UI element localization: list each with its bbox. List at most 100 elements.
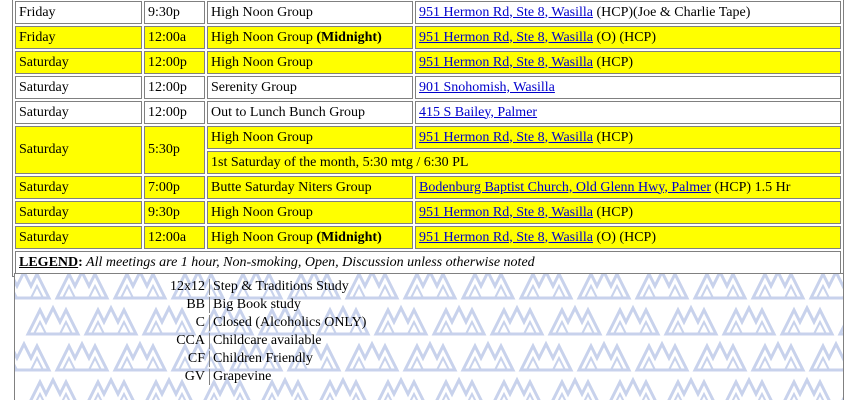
meeting-day: Saturday <box>15 76 142 99</box>
watermark-logo <box>546 304 604 338</box>
meeting-group: Butte Saturday Niters Group <box>207 176 413 199</box>
address-link[interactable]: 951 Hermon Rd, Ste 8, Wasilla <box>419 5 593 20</box>
legend-code-description: Closed (Alcoholics ONLY) <box>209 315 368 331</box>
meeting-row: Friday 9:30p High Noon Group 951 Hermon Rd,… <box>15 1 841 24</box>
watermark-logo <box>372 304 430 338</box>
meeting-day: Saturday <box>15 176 142 199</box>
legend-code-description: Grapevine <box>209 369 368 385</box>
watermark-logo <box>720 304 778 338</box>
legend-code: GV <box>184 369 205 384</box>
watermark-logo <box>778 376 836 400</box>
meeting-group: High Noon Group (Midnight) <box>207 226 413 249</box>
watermark-logo <box>633 340 691 374</box>
address-link[interactable]: 901 Snohomish, Wasilla <box>419 80 555 95</box>
meeting-group: Serenity Group <box>207 76 413 99</box>
meeting-location: 901 Snohomish, Wasilla <box>415 76 841 99</box>
address-link[interactable]: Bodenburg Baptist Church, Old Glenn Hwy,… <box>419 180 711 195</box>
legend-code-row: CCA Childcare available <box>17 333 368 349</box>
meeting-group: High Noon Group <box>207 1 413 24</box>
address-link[interactable]: 951 Hermon Rd, Ste 8, Wasilla <box>419 130 593 145</box>
meeting-notes: (HCP)(Joe & Charlie Tape) <box>596 4 751 20</box>
watermark-logo <box>749 274 807 302</box>
watermark-logo <box>517 340 575 374</box>
legend-code-row: 12x12 Step & Traditions Study <box>17 279 368 295</box>
legend-codes-table: 12x12 Step & Traditions Study BB Big Book s… <box>15 277 370 387</box>
watermark-logo <box>633 274 691 302</box>
address-link[interactable]: 951 Hermon Rd, Ste 8, Wasilla <box>419 230 593 245</box>
group-name: High Noon Group <box>211 204 313 220</box>
meeting-notes: (HCP) 1.5 Hr <box>714 179 791 195</box>
legend-code-row: GV Grapevine <box>17 369 368 385</box>
legend-codes-panel: 12x12 Step & Traditions Study BB Big Book s… <box>14 273 844 400</box>
watermark-logo <box>459 340 517 374</box>
meeting-time: 12:00p <box>144 76 205 99</box>
group-qualifier: (Midnight) <box>316 29 382 45</box>
legend-code-row: C Closed (Alcoholics ONLY) <box>17 315 368 331</box>
address-link[interactable]: 415 S Bailey, Palmer <box>419 105 537 120</box>
meeting-location: 951 Hermon Rd, Ste 8, Wasilla (HCP)(Joe … <box>415 1 841 24</box>
watermark-logo <box>430 304 488 338</box>
meeting-group: High Noon Group <box>207 51 413 74</box>
legend-code-description: Big Book study <box>209 297 368 313</box>
meeting-time: 9:30p <box>144 201 205 224</box>
legend-code-description: Children Friendly <box>209 351 368 367</box>
legend-code: CF <box>187 351 205 366</box>
watermark-logo <box>575 274 633 302</box>
watermark-logo <box>401 274 459 302</box>
meeting-row: Saturday 12:00p Out to Lunch Bunch Group 41… <box>15 101 841 124</box>
legend-row: LEGEND: All meetings are 1 hour, Non-smo… <box>15 251 841 274</box>
legend-title: LEGEND <box>19 254 79 270</box>
legend-code: 12x12 <box>170 279 205 294</box>
watermark-logo <box>488 304 546 338</box>
watermark-logo <box>401 340 459 374</box>
watermark-logo <box>807 340 843 374</box>
group-name: High Noon Group <box>211 54 313 70</box>
address-link[interactable]: 951 Hermon Rd, Ste 8, Wasilla <box>419 30 593 45</box>
meeting-time: 9:30p <box>144 1 205 24</box>
watermark-logo <box>662 376 720 400</box>
meeting-time: 12:00p <box>144 101 205 124</box>
meeting-day: Saturday <box>15 126 142 174</box>
meeting-group: High Noon Group (Midnight) <box>207 26 413 49</box>
meeting-notes: (O) (HCP) <box>596 229 657 245</box>
legend-code-description: Childcare available <box>209 333 368 349</box>
group-name: High Noon Group <box>211 129 313 145</box>
meeting-group: High Noon Group <box>207 126 413 149</box>
group-name: High Noon Group <box>211 229 317 245</box>
address-link[interactable]: 951 Hermon Rd, Ste 8, Wasilla <box>419 55 593 70</box>
meeting-notes: (HCP) <box>596 204 634 220</box>
watermark-logo <box>778 304 836 338</box>
meeting-row: Saturday 5:30p High Noon Group 951 Hermon R… <box>15 126 841 174</box>
meeting-location: 951 Hermon Rd, Ste 8, Wasilla (O) (HCP) <box>415 26 841 49</box>
group-name: Out to Lunch Bunch Group <box>211 104 365 120</box>
meeting-notes: (HCP) <box>596 129 634 145</box>
group-name: Butte Saturday Niters Group <box>211 179 372 195</box>
meeting-day: Saturday <box>15 101 142 124</box>
meeting-day: Friday <box>15 26 142 49</box>
meeting-time: 12:00a <box>144 26 205 49</box>
meeting-row: Saturday 12:00a High Noon Group (Midnight)… <box>15 226 841 249</box>
watermark-logo <box>517 274 575 302</box>
meeting-day: Saturday <box>15 226 142 249</box>
meeting-location: Bodenburg Baptist Church, Old Glenn Hwy,… <box>415 176 841 199</box>
meeting-location: 951 Hermon Rd, Ste 8, Wasilla (O) (HCP) <box>415 226 841 249</box>
legend-code-row: BB Big Book study <box>17 297 368 313</box>
watermark-logo <box>372 376 430 400</box>
watermark-logo <box>488 376 546 400</box>
watermark-logo <box>691 340 749 374</box>
watermark-logo <box>575 340 633 374</box>
meeting-day: Saturday <box>15 51 142 74</box>
meeting-schedule-table: Friday 9:30p High Noon Group 951 Hermon Rd,… <box>12 0 844 277</box>
schedule-body: Friday 9:30p High Noon Group 951 Hermon Rd,… <box>15 1 841 274</box>
meeting-notes: (O) (HCP) <box>596 29 657 45</box>
meeting-row: Friday 12:00a High Noon Group (Midnight) 95… <box>15 26 841 49</box>
address-link[interactable]: 951 Hermon Rd, Ste 8, Wasilla <box>419 205 593 220</box>
watermark-logo <box>459 274 517 302</box>
meeting-location: 951 Hermon Rd, Ste 8, Wasilla (HCP) <box>415 201 841 224</box>
meeting-time: 5:30p <box>144 126 205 174</box>
meeting-extra-note: 1st Saturday of the month, 5:30 mtg / 6:… <box>207 151 841 174</box>
meeting-row: Saturday 12:00p High Noon Group 951 Hermon … <box>15 51 841 74</box>
group-name: Serenity Group <box>211 79 297 95</box>
watermark-logo <box>604 376 662 400</box>
watermark-logo <box>836 304 843 338</box>
